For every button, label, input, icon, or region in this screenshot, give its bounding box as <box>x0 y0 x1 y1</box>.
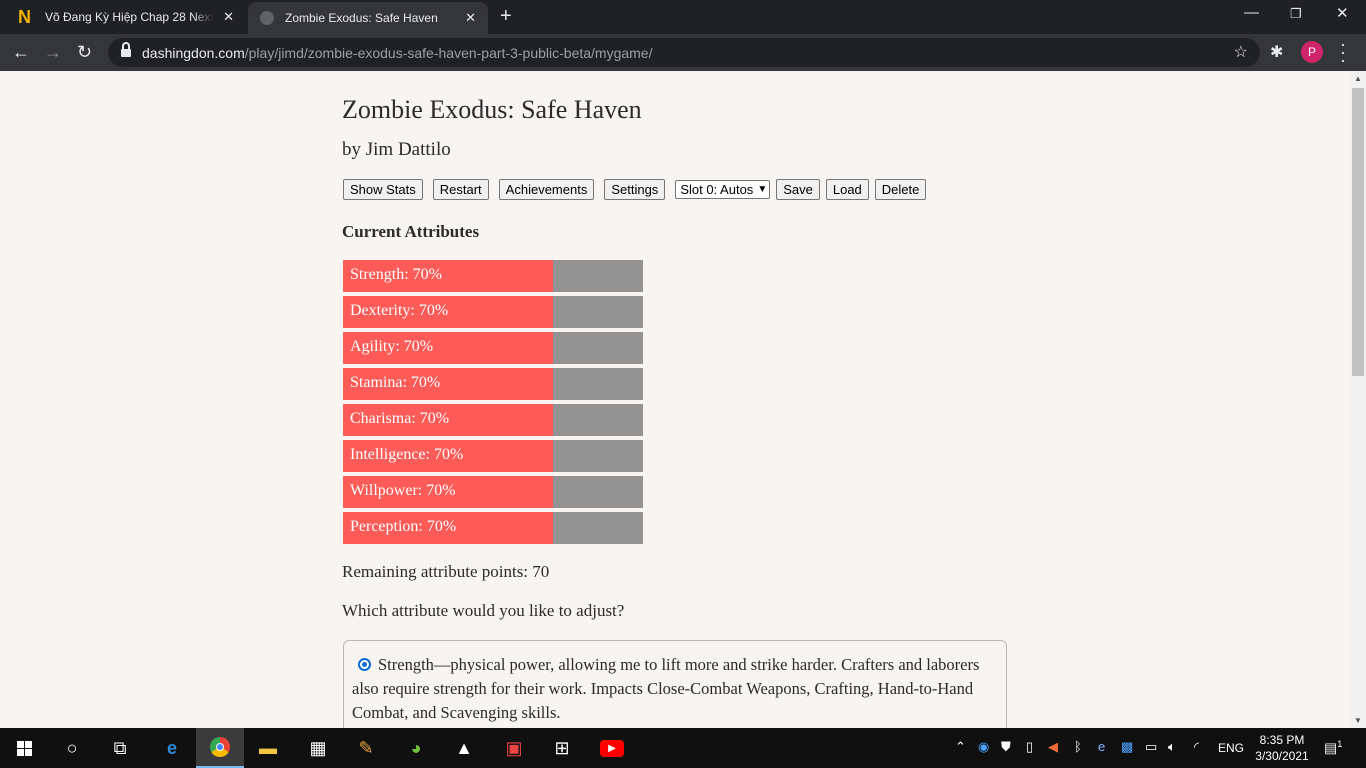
save-button[interactable]: Save <box>776 179 820 200</box>
choice-label-strength[interactable]: Strength—physical power, allowing me to … <box>352 653 992 725</box>
remaining-points-text: Remaining attribute points: 70 <box>342 562 550 581</box>
file-explorer-icon[interactable]: ▬ <box>244 728 292 768</box>
clock-date: 3/30/2021 <box>1255 749 1309 763</box>
profile-avatar[interactable]: P <box>1301 41 1323 63</box>
bar-label: Perception: 70% <box>350 518 457 535</box>
windows-taskbar: ○ ⧉ e ▬ ▦ ✎ ◕ ▲ ▣ ⊞ ▶ ⌃ ◉ ⛊ ▯ ◀ ᛒ e ▩ ▭ … <box>0 728 1366 768</box>
bar-label: Willpower: 70% <box>350 482 456 499</box>
start-button[interactable] <box>0 728 48 768</box>
tab-vo-dang[interactable]: N Võ Đang Kỳ Hiệp Chap 28 Next C ✕ <box>8 0 246 34</box>
attribute-bars: Strength: 70% Dexterity: 70% Agility: 70… <box>343 260 643 548</box>
close-tab-icon[interactable]: ✕ <box>223 9 234 25</box>
task-view-icon[interactable]: ⧉ <box>96 728 144 768</box>
battery-icon[interactable]: ▭ <box>1145 739 1157 755</box>
close-tab-icon[interactable]: ✕ <box>465 10 476 26</box>
chrome-logo <box>210 737 230 757</box>
address-bar[interactable]: dashingdon.com/play/jimd/zombie-exodus-s… <box>108 38 1260 67</box>
choice-box: Strength—physical power, allowing me to … <box>343 640 1007 728</box>
bar-label: Charisma: 70% <box>350 410 450 427</box>
language-indicator[interactable]: ENG <box>1218 741 1244 755</box>
current-attributes-heading: Current Attributes <box>342 222 480 241</box>
url-text: dashingdon.com/play/jimd/zombie-exodus-s… <box>142 45 653 61</box>
wifi-icon[interactable]: ◜ <box>1194 739 1199 755</box>
attribute-bar-agility: Agility: 70% <box>343 332 643 364</box>
chrome-icon[interactable] <box>196 728 244 768</box>
save-slot-value: Slot 0: Autos <box>680 182 754 197</box>
youtube-play-icon: ▶ <box>600 739 624 757</box>
browser-menu-icon[interactable]: · · · <box>1340 35 1346 69</box>
game-title: Zombie Exodus: Safe Haven <box>342 95 642 124</box>
scroll-up-arrow-icon[interactable]: ▲ <box>1354 74 1362 83</box>
bar-label: Dexterity: 70% <box>350 302 449 319</box>
new-tab-button[interactable]: + <box>500 6 512 26</box>
chevron-down-icon: ▼ <box>757 184 768 195</box>
bar-label: Stamina: 70% <box>350 374 441 391</box>
delete-button[interactable]: Delete <box>874 179 927 200</box>
tab-title: Võ Đang Kỳ Hiệp Chap 28 Next C <box>45 10 213 24</box>
clock[interactable]: 8:35 PM 3/30/2021 <box>1252 732 1312 764</box>
attribute-bar-intelligence: Intelligence: 70% <box>343 440 643 472</box>
attribute-bar-perception: Perception: 70% <box>343 512 643 544</box>
scroll-down-arrow-icon[interactable]: ▼ <box>1354 716 1362 725</box>
question-text: Which attribute would you like to adjust… <box>342 601 625 620</box>
attribute-bar-dexterity: Dexterity: 70% <box>343 296 643 328</box>
game-page: Zombie Exodus: Safe Haven by Jim Dattilo… <box>0 71 1350 728</box>
tray-network-app-icon[interactable]: ▩ <box>1121 739 1133 755</box>
minimize-icon[interactable]: — <box>1244 4 1259 21</box>
paint-icon[interactable]: ✎ <box>342 728 390 768</box>
youtube-icon[interactable]: ▶ <box>588 728 636 768</box>
bar-label: Intelligence: 70% <box>350 446 464 463</box>
back-arrow-icon[interactable]: ← <box>12 41 30 63</box>
bookmark-star-icon[interactable]: ☆ <box>1234 42 1248 62</box>
edge-browser-icon[interactable]: e <box>148 728 196 768</box>
browser-toolbar: ← → ↻ dashingdon.com/play/jimd/zombie-ex… <box>0 34 1366 71</box>
attribute-bar-willpower: Willpower: 70% <box>343 476 643 508</box>
search-circle-icon[interactable]: ○ <box>48 728 96 768</box>
tray-shield-icon[interactable]: ⛊ <box>1001 739 1011 755</box>
achievements-button[interactable]: Achievements <box>498 179 595 200</box>
globe-icon <box>260 11 274 25</box>
bar-label: Strength: 70% <box>350 266 442 283</box>
game-author: by Jim Dattilo <box>342 139 451 160</box>
notification-center-icon[interactable]: ▤1 <box>1324 739 1342 757</box>
show-stats-button[interactable]: Show Stats <box>343 179 423 200</box>
browser-tab-strip: N Võ Đang Kỳ Hiệp Chap 28 Next C ✕ Zombi… <box>0 0 1366 34</box>
lock-icon <box>121 42 131 57</box>
tab-title: Zombie Exodus: Safe Haven <box>285 11 438 25</box>
restore-icon[interactable]: ❐ <box>1290 6 1302 22</box>
tray-app-icon[interactable]: ◉ <box>978 739 989 755</box>
attribute-bar-stamina: Stamina: 70% <box>343 368 643 400</box>
tab-zombie-exodus[interactable]: Zombie Exodus: Safe Haven ✕ <box>248 2 488 34</box>
windows-logo-icon <box>16 740 32 756</box>
volume-icon[interactable]: 🔈︎ <box>1168 739 1176 755</box>
save-slot-select[interactable]: Slot 0: Autos ▼ <box>675 180 771 199</box>
settings-button[interactable]: Settings <box>604 179 666 200</box>
tray-chevron-up-icon[interactable]: ⌃ <box>955 739 966 755</box>
game-controls: Show Stats Restart Achievements Settings… <box>343 179 932 200</box>
tray-edge-icon[interactable]: e <box>1098 739 1105 754</box>
attribute-bar-charisma: Charisma: 70% <box>343 404 643 436</box>
restart-button[interactable]: Restart <box>432 179 489 200</box>
bluetooth-icon[interactable]: ᛒ <box>1074 739 1082 754</box>
close-window-icon[interactable]: ✕ <box>1336 4 1349 22</box>
attribute-bar-strength: Strength: 70% <box>343 260 643 292</box>
app-icon[interactable]: ▣ <box>490 728 538 768</box>
photos-icon[interactable]: ▲ <box>440 728 488 768</box>
tray-usb-icon[interactable]: ▯ <box>1026 739 1033 755</box>
paint-3d-icon[interactable]: ◕ <box>392 728 440 768</box>
calculator-icon[interactable]: ▦ <box>294 728 342 768</box>
notification-count: 1 <box>1337 739 1343 749</box>
bar-label: Agility: 70% <box>350 338 434 355</box>
page-scrollbar[interactable]: ▲ ▼ <box>1350 71 1366 728</box>
n-favicon-icon: N <box>18 7 31 27</box>
scrollbar-thumb[interactable] <box>1352 88 1364 376</box>
reload-icon[interactable]: ↻ <box>77 41 92 63</box>
tray-speaker-icon[interactable]: ◀ <box>1048 739 1058 755</box>
store-icon[interactable]: ⊞ <box>538 728 586 768</box>
load-button[interactable]: Load <box>825 179 869 200</box>
clock-time: 8:35 PM <box>1259 733 1305 747</box>
forward-arrow-icon[interactable]: → <box>44 41 62 63</box>
extensions-puzzle-icon[interactable]: ✱ <box>1270 42 1283 62</box>
